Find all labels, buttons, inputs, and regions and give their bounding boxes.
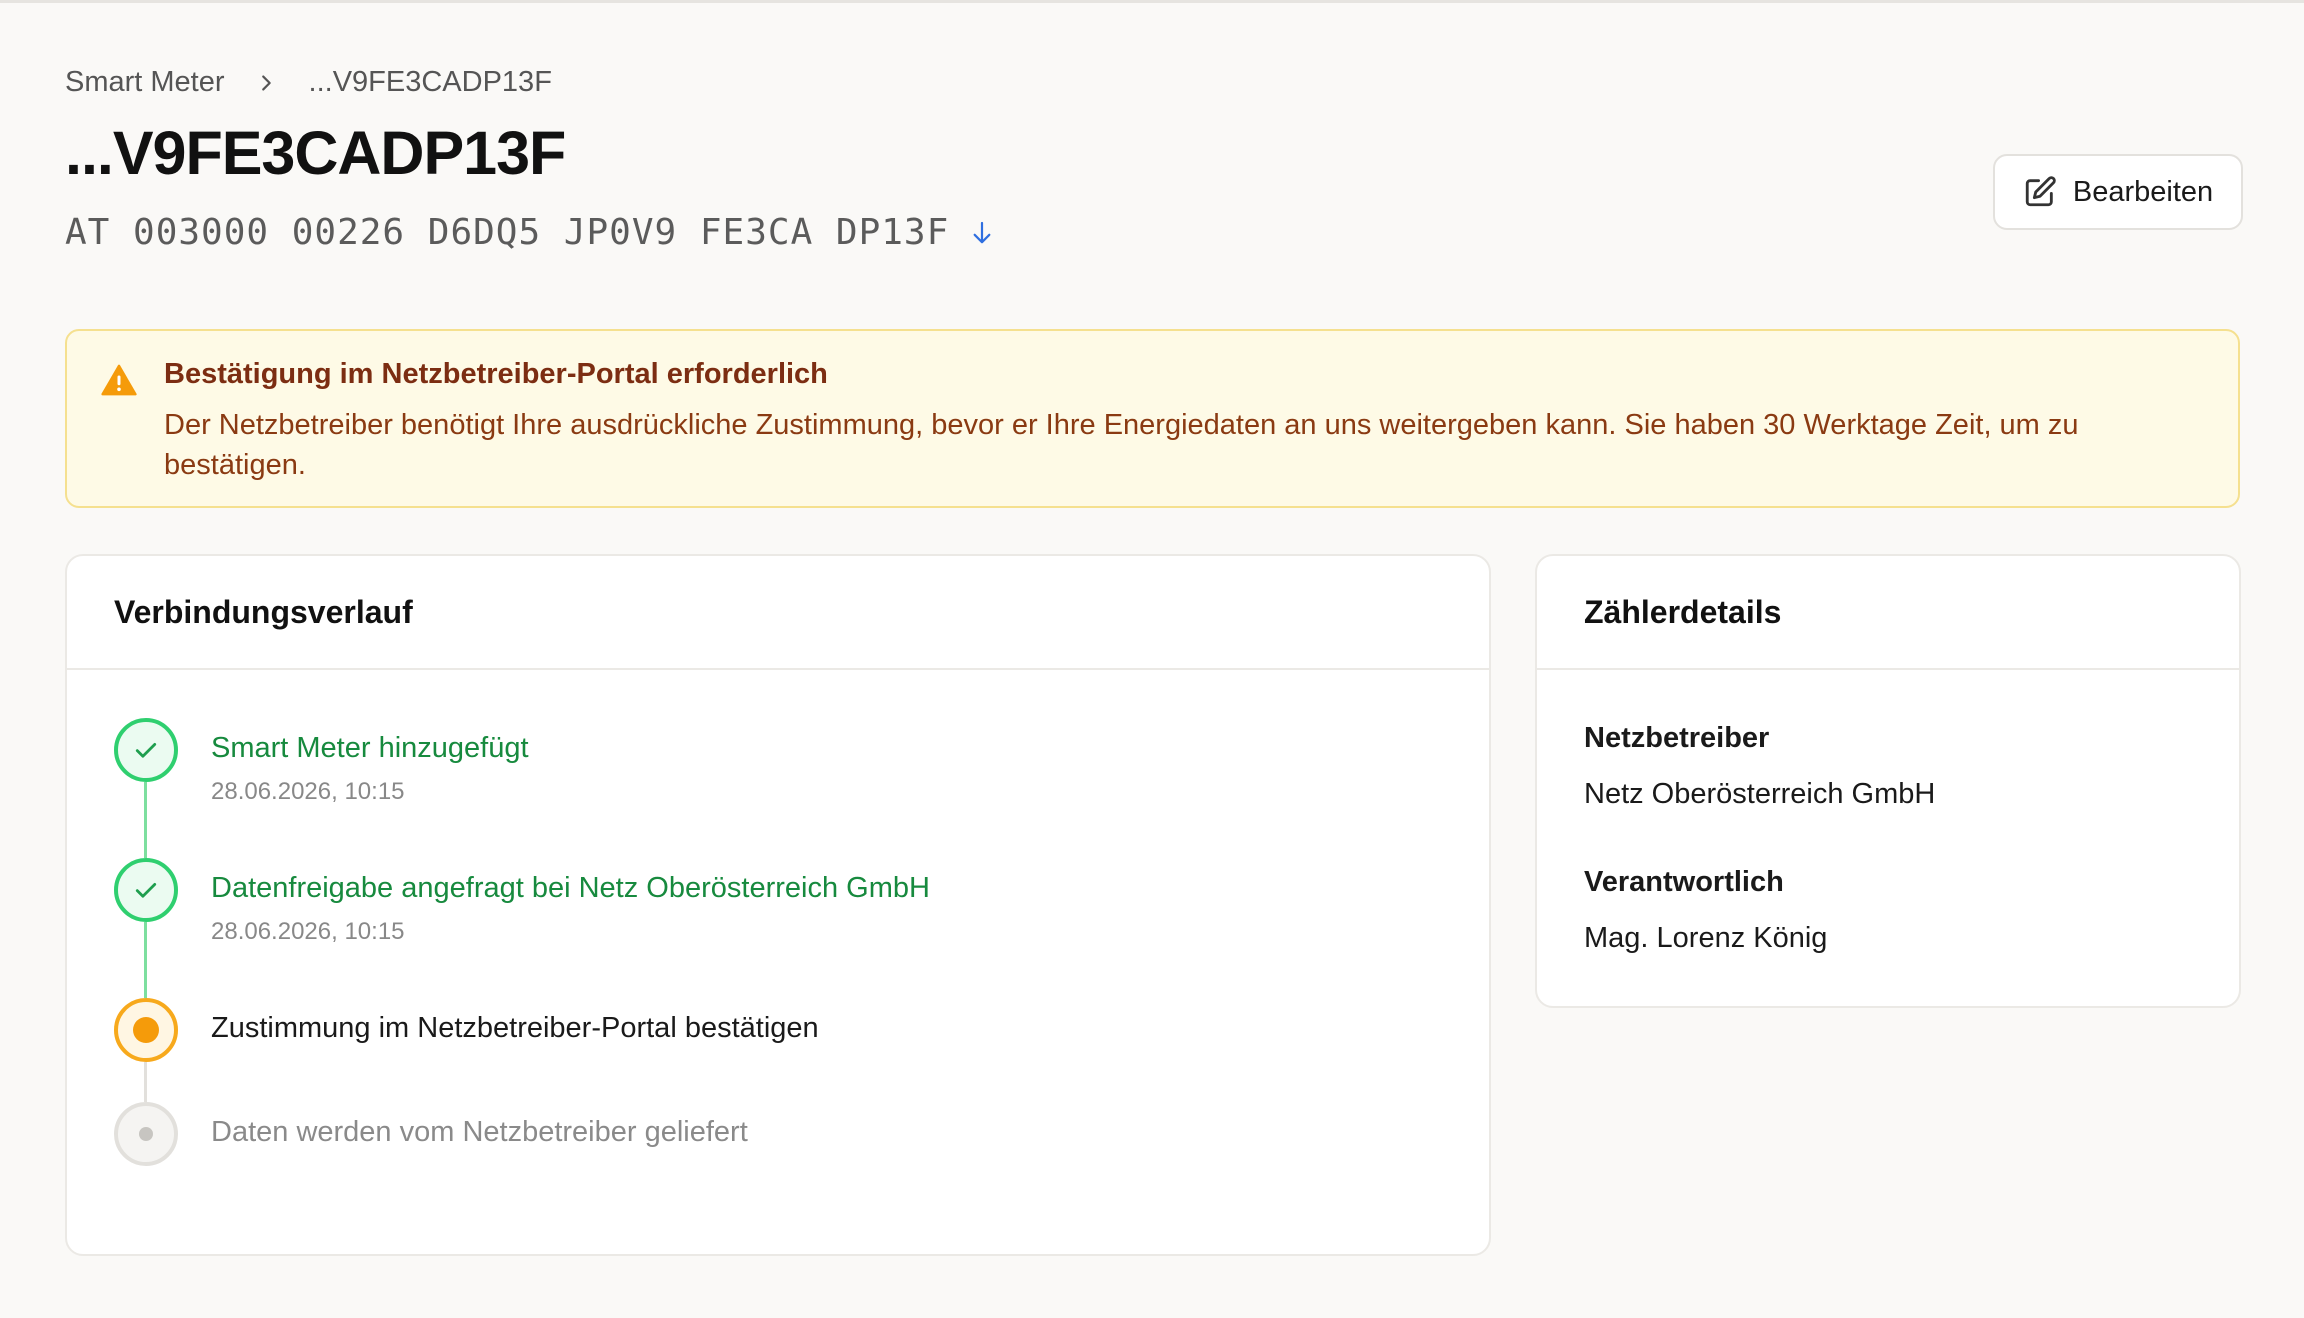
active-dot-icon: [114, 998, 178, 1062]
meter-details-card: Zählerdetails Netzbetreiber Netz Oberöst…: [1535, 554, 2241, 1008]
timeline-step-confirm: Zustimmung im Netzbetreiber-Portal bestä…: [114, 998, 1454, 1068]
warning-icon: [101, 364, 137, 396]
meter-point-id-text: AT 003000 00226 D6DQ5 JP0V9 FE3CA DP13F: [65, 212, 950, 253]
meter-details-heading: Zählerdetails: [1537, 556, 2239, 670]
connection-history-heading: Verbindungsverlauf: [67, 556, 1489, 670]
warning-title: Bestätigung im Netzbetreiber-Portal erfo…: [164, 358, 828, 390]
breadcrumb: Smart Meter ...V9FE3CADP13F: [65, 66, 552, 99]
top-border: [0, 0, 2304, 3]
edit-button-label: Bearbeiten: [2072, 175, 2214, 208]
page-title: ...V9FE3CADP13F: [65, 119, 566, 187]
timeline-step-label: Smart Meter hinzugefügt: [211, 732, 529, 764]
arrow-down-icon[interactable]: [969, 218, 995, 248]
connection-history-card: Verbindungsverlauf Smart Meter hinzugefü…: [65, 554, 1491, 1256]
timeline-connector: [144, 782, 147, 858]
timeline: Smart Meter hinzugefügt 28.06.2026, 10:1…: [114, 718, 1454, 1238]
timeline-connector: [144, 1062, 147, 1102]
breadcrumb-current: ...V9FE3CADP13F: [308, 66, 552, 98]
responsible-value: Mag. Lorenz König: [1584, 922, 1828, 954]
check-circle-icon: [114, 718, 178, 782]
timeline-step-label: Zustimmung im Netzbetreiber-Portal bestä…: [211, 1012, 819, 1044]
timeline-step-date: 28.06.2026, 10:15: [211, 778, 405, 805]
responsible-label: Verantwortlich: [1584, 866, 1784, 898]
edit-icon: [2025, 176, 2056, 207]
warning-banner: Bestätigung im Netzbetreiber-Portal erfo…: [65, 329, 2240, 508]
grid-operator-value: Netz Oberösterreich GmbH: [1584, 778, 1936, 810]
chevron-right-icon: [251, 68, 281, 98]
edit-button[interactable]: Bearbeiten: [1993, 154, 2243, 230]
pending-dot-icon: [114, 1102, 178, 1166]
timeline-step-date: 28.06.2026, 10:15: [211, 918, 405, 945]
meter-point-id: AT 003000 00226 D6DQ5 JP0V9 FE3CA DP13F: [65, 212, 995, 253]
timeline-step-label: Datenfreigabe angefragt bei Netz Oberöst…: [211, 872, 930, 904]
timeline-step-added: Smart Meter hinzugefügt 28.06.2026, 10:1…: [114, 718, 1454, 805]
warning-text: Der Netzbetreiber benötigt Ihre ausdrück…: [164, 409, 2079, 481]
timeline-step-delivery: Daten werden vom Netzbetreiber geliefert: [114, 1102, 1454, 1172]
timeline-step-requested: Datenfreigabe angefragt bei Netz Oberöst…: [114, 858, 1454, 945]
timeline-step-label: Daten werden vom Netzbetreiber geliefert: [211, 1116, 748, 1148]
check-circle-icon: [114, 858, 178, 922]
grid-operator-label: Netzbetreiber: [1584, 722, 1770, 754]
breadcrumb-root-link[interactable]: Smart Meter: [65, 66, 225, 99]
timeline-connector: [144, 922, 147, 998]
